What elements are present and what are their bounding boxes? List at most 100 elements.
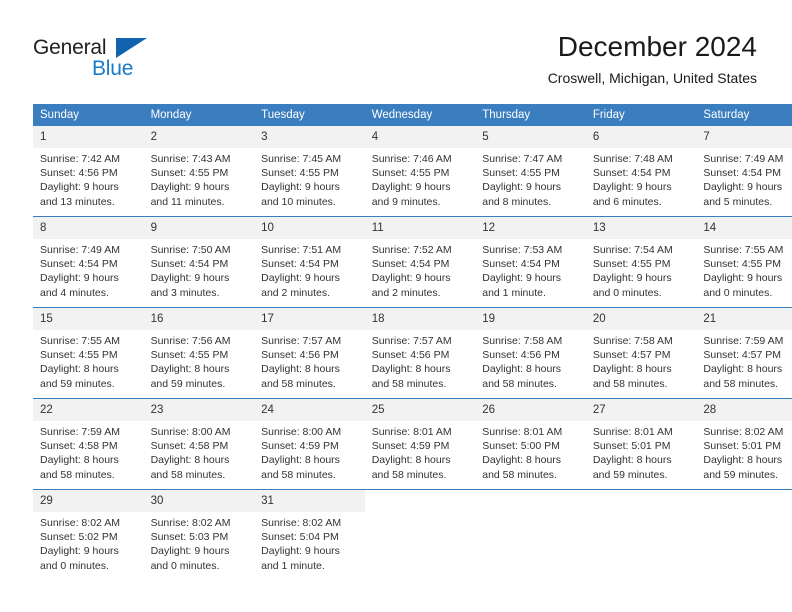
title-block: December 2024 Croswell, Michigan, United… — [548, 30, 757, 88]
day-cell[interactable]: 24 Sunrise: 8:00 AM Sunset: 4:59 PM Dayligh… — [254, 398, 365, 490]
day-cell[interactable]: 27 Sunrise: 8:01 AM Sunset: 5:01 PM Dayligh… — [585, 398, 697, 490]
daylight-text-line1: Daylight: 8 hours — [150, 363, 230, 376]
day-cell[interactable]: 12 Sunrise: 7:53 AM Sunset: 4:54 PM Dayligh… — [475, 216, 586, 308]
daylight-text-line2: and 11 minutes. — [150, 195, 225, 208]
day-number: 19 — [475, 308, 586, 330]
sunrise-text: Sunrise: 7:50 AM — [150, 244, 231, 256]
day-cell[interactable]: 14 Sunrise: 7:55 AM Sunset: 4:55 PM Dayligh… — [696, 216, 792, 308]
day-cell[interactable]: 30 Sunrise: 8:02 AM Sunset: 5:03 PM Dayligh… — [143, 489, 255, 580]
day-info: Sunrise: 7:53 AM Sunset: 4:54 PM Daylight:… — [475, 239, 586, 300]
page-title: December 2024 — [557, 31, 757, 62]
daylight-text-line2: and 58 minutes. — [150, 468, 226, 481]
daylight-text-line1: Daylight: 8 hours — [703, 363, 783, 376]
sunset-text: Sunset: 4:54 PM — [371, 258, 450, 271]
sunset-text: Sunset: 4:54 PM — [482, 258, 560, 271]
day-info: Sunrise: 8:01 AM Sunset: 4:59 PM Daylight:… — [365, 421, 476, 482]
sunset-text: Sunset: 4:59 PM — [371, 440, 450, 453]
day-cell[interactable]: 31 Sunrise: 8:02 AM Sunset: 5:04 PM Dayligh… — [254, 489, 365, 580]
sunset-text: Sunset: 5:00 PM — [482, 440, 560, 453]
day-cell[interactable]: 23 Sunrise: 8:00 AM Sunset: 4:58 PM Dayligh… — [143, 398, 255, 490]
day-number: 31 — [254, 490, 365, 512]
sunrise-text: Sunrise: 7:54 AM — [592, 244, 673, 256]
day-number: 23 — [143, 399, 255, 421]
day-cell[interactable]: 2 Sunrise: 7:43 AM Sunset: 4:55 PM Daylight… — [143, 126, 255, 217]
day-info: Sunrise: 7:48 AM Sunset: 4:54 PM Daylight:… — [586, 148, 697, 209]
day-info: Sunrise: 7:46 AM Sunset: 4:55 PM Daylight:… — [365, 148, 476, 209]
daylight-text-line2: and 58 minutes. — [40, 468, 115, 481]
sunset-text: Sunset: 4:56 PM — [261, 349, 339, 362]
day-cell[interactable]: 17 Sunrise: 7:57 AM Sunset: 4:56 PM Dayligh… — [254, 307, 365, 399]
sunrise-text: Sunrise: 7:57 AM — [261, 335, 342, 347]
sunset-text: Sunset: 4:59 PM — [261, 440, 339, 453]
daylight-text-line1: Daylight: 9 hours — [261, 272, 340, 285]
daylight-text-line1: Daylight: 9 hours — [482, 272, 562, 285]
day-number: 26 — [475, 399, 586, 421]
day-info: Sunrise: 7:58 AM Sunset: 4:57 PM Daylight:… — [586, 330, 697, 391]
day-cell[interactable]: 26 Sunrise: 8:01 AM Sunset: 5:00 PM Dayligh… — [475, 398, 586, 490]
day-cell[interactable]: 1 Sunrise: 7:42 AM Sunset: 4:56 PM Daylight… — [33, 126, 144, 217]
day-cell[interactable]: 10 Sunrise: 7:51 AM Sunset: 4:54 PM Dayligh… — [254, 216, 365, 308]
day-cell[interactable]: 3 Sunrise: 7:45 AM Sunset: 4:55 PM Daylight… — [254, 126, 365, 217]
day-cell[interactable]: 20 Sunrise: 7:58 AM Sunset: 4:57 PM Dayligh… — [585, 307, 697, 399]
day-info: Sunrise: 7:51 AM Sunset: 4:54 PM Daylight:… — [254, 239, 365, 300]
day-cell[interactable]: 19 Sunrise: 7:58 AM Sunset: 4:56 PM Dayligh… — [475, 307, 586, 399]
day-info: Sunrise: 8:00 AM Sunset: 4:59 PM Daylight:… — [254, 421, 365, 482]
sunset-text: Sunset: 5:01 PM — [592, 440, 671, 453]
day-info: Sunrise: 8:02 AM Sunset: 5:01 PM Daylight:… — [696, 421, 792, 482]
day-number — [475, 490, 586, 498]
day-cell[interactable]: 9 Sunrise: 7:50 AM Sunset: 4:54 PM Daylight… — [143, 216, 255, 308]
day-info: Sunrise: 8:02 AM Sunset: 5:04 PM Daylight:… — [254, 512, 365, 573]
daylight-text-line2: and 13 minutes. — [40, 195, 115, 208]
daylight-text-line1: Daylight: 8 hours — [40, 363, 119, 376]
daylight-text-line1: Daylight: 9 hours — [261, 545, 340, 558]
day-cell[interactable]: 16 Sunrise: 7:56 AM Sunset: 4:55 PM Dayligh… — [143, 307, 255, 399]
day-number: 14 — [696, 217, 792, 239]
daylight-text-line1: Daylight: 9 hours — [482, 181, 562, 194]
day-number: 8 — [33, 217, 144, 239]
day-cell[interactable]: 25 Sunrise: 8:01 AM Sunset: 4:59 PM Dayligh… — [364, 398, 476, 490]
day-cell[interactable]: 6 Sunrise: 7:48 AM Sunset: 4:54 PM Daylight… — [585, 126, 697, 217]
day-number: 5 — [475, 126, 586, 148]
sunset-text: Sunset: 4:54 PM — [40, 258, 118, 271]
day-cell[interactable]: 13 Sunrise: 7:54 AM Sunset: 4:55 PM Dayligh… — [585, 216, 697, 308]
day-cell[interactable]: 22 Sunrise: 7:59 AM Sunset: 4:58 PM Dayligh… — [33, 398, 144, 490]
day-cell[interactable]: 5 Sunrise: 7:47 AM Sunset: 4:55 PM Daylight… — [475, 126, 586, 217]
daylight-text-line2: and 58 minutes. — [482, 468, 557, 481]
day-number: 30 — [143, 490, 255, 512]
day-cell[interactable]: 4 Sunrise: 7:46 AM Sunset: 4:55 PM Daylight… — [364, 126, 476, 217]
daylight-text-line1: Daylight: 8 hours — [592, 454, 672, 467]
generalblue-logo[interactable]: General Blue — [33, 36, 163, 82]
sunset-text: Sunset: 4:54 PM — [261, 258, 339, 271]
day-number — [585, 490, 697, 498]
day-cell[interactable]: 11 Sunrise: 7:52 AM Sunset: 4:54 PM Dayligh… — [364, 216, 476, 308]
sunrise-text: Sunrise: 7:53 AM — [482, 244, 563, 256]
day-cell[interactable]: 7 Sunrise: 7:49 AM Sunset: 4:54 PM Daylight… — [696, 126, 792, 217]
day-cell[interactable]: 28 Sunrise: 8:02 AM Sunset: 5:01 PM Dayligh… — [696, 398, 792, 490]
sunrise-text: Sunrise: 7:43 AM — [150, 153, 231, 165]
sunrise-text: Sunrise: 7:59 AM — [40, 426, 120, 438]
sunrise-text: Sunrise: 8:02 AM — [40, 517, 120, 529]
daylight-text-line1: Daylight: 8 hours — [371, 363, 451, 376]
day-cell[interactable]: 21 Sunrise: 7:59 AM Sunset: 4:57 PM Dayligh… — [696, 307, 792, 399]
sunset-text: Sunset: 4:55 PM — [482, 167, 560, 180]
sunrise-text: Sunrise: 8:02 AM — [261, 517, 342, 529]
day-cell[interactable]: 18 Sunrise: 7:57 AM Sunset: 4:56 PM Dayligh… — [364, 307, 476, 399]
day-info: Sunrise: 7:45 AM Sunset: 4:55 PM Daylight:… — [254, 148, 365, 209]
sunrise-text: Sunrise: 7:45 AM — [261, 153, 342, 165]
daylight-text-line2: and 58 minutes. — [261, 377, 336, 390]
sunrise-text: Sunrise: 7:55 AM — [40, 335, 120, 347]
day-cell[interactable]: 15 Sunrise: 7:55 AM Sunset: 4:55 PM Dayligh… — [33, 307, 144, 399]
daylight-text-line2: and 59 minutes. — [703, 468, 779, 481]
day-number: 27 — [585, 399, 697, 421]
day-info: Sunrise: 7:52 AM Sunset: 4:54 PM Daylight:… — [365, 239, 476, 300]
sunset-text: Sunset: 5:02 PM — [40, 531, 118, 544]
daylight-text-line1: Daylight: 9 hours — [592, 272, 672, 285]
sunset-text: Sunset: 4:55 PM — [703, 258, 782, 271]
sunrise-text: Sunrise: 8:02 AM — [150, 517, 231, 529]
day-number: 24 — [254, 399, 365, 421]
day-number: 10 — [254, 217, 365, 239]
daylight-text-line1: Daylight: 9 hours — [40, 545, 119, 558]
sunset-text: Sunset: 4:54 PM — [703, 167, 782, 180]
day-cell[interactable]: 8 Sunrise: 7:49 AM Sunset: 4:54 PM Daylight… — [33, 216, 144, 308]
day-cell[interactable]: 29 Sunrise: 8:02 AM Sunset: 5:02 PM Dayligh… — [33, 489, 144, 580]
